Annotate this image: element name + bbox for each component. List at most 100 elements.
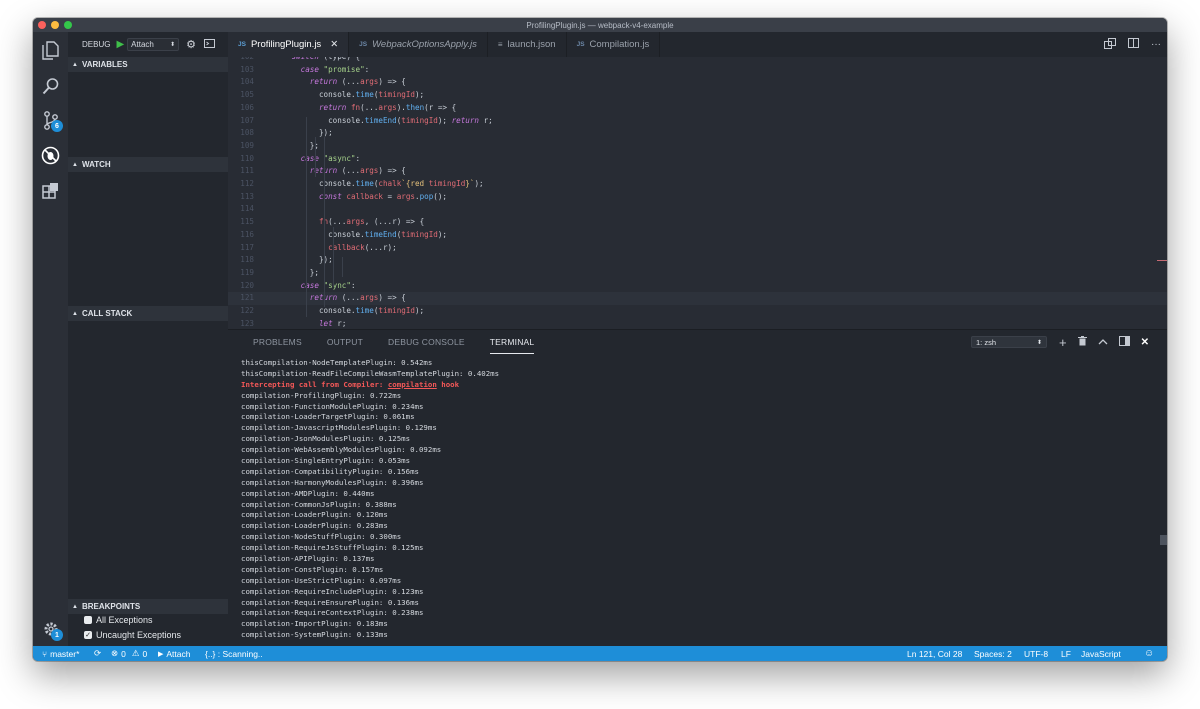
- code-line[interactable]: 113 const callback = args.pop();: [228, 191, 1167, 204]
- terminal-line: compilation-WebAssemblyModulesPlugin: 0.…: [241, 445, 442, 455]
- end-of-line[interactable]: LF: [1061, 646, 1071, 661]
- code-line[interactable]: 115 fn(...args, (...r) => {: [228, 216, 1167, 229]
- debug-attach-indicator[interactable]: ▶ Attach: [158, 646, 191, 661]
- code-line[interactable]: 117 callback(...r);: [228, 242, 1167, 255]
- line-number: 123: [240, 318, 254, 328]
- close-window-button[interactable]: [38, 21, 46, 29]
- minimize-window-button[interactable]: [51, 21, 59, 29]
- code-line[interactable]: 114: [228, 203, 1167, 216]
- variables-section-header[interactable]: ▲ VARIABLES: [68, 57, 228, 72]
- new-terminal-icon[interactable]: +: [1059, 335, 1067, 350]
- collapse-triangle-icon: ▲: [72, 310, 78, 317]
- code-line[interactable]: 120 case "sync":: [228, 280, 1167, 293]
- activity-bar: 6 1: [33, 32, 68, 646]
- debug-settings-gear-icon[interactable]: ⚙: [186, 38, 196, 51]
- trash-icon[interactable]: [1077, 335, 1087, 349]
- code-line[interactable]: 116 console.timeEnd(timingId);: [228, 229, 1167, 242]
- code-line[interactable]: 121return (...args) => {: [228, 292, 1167, 305]
- language-mode[interactable]: JavaScript: [1081, 646, 1121, 661]
- checkbox-checked[interactable]: ✓: [84, 631, 92, 639]
- terminal-scrollbar-thumb[interactable]: [1160, 535, 1167, 545]
- code-line[interactable]: 102 switch (type) {: [228, 57, 1167, 64]
- line-number: 108: [240, 128, 254, 138]
- warning-icon: ⚠: [131, 648, 140, 658]
- breakpoint-uncaught-exceptions[interactable]: ✓ Uncaught Exceptions: [84, 630, 181, 640]
- js-file-icon: JS: [576, 41, 585, 48]
- indentation[interactable]: Spaces: 2: [974, 646, 1012, 661]
- terminal-line: compilation-APIPlugin: 0.137ms: [241, 554, 375, 564]
- maximize-window-button[interactable]: [64, 21, 72, 29]
- toggle-panel-layout-icon[interactable]: [1118, 335, 1130, 349]
- code-editor[interactable]: 102 switch (type) {103 case "promise": 104 r…: [228, 57, 1167, 329]
- source-control-icon[interactable]: 6: [41, 111, 63, 132]
- breakpoints-section-header[interactable]: ▲ BREAKPOINTS: [68, 599, 228, 614]
- indent-guide: [333, 227, 335, 287]
- code-line[interactable]: 107 console.timeEnd(timingId); return r;: [228, 115, 1167, 128]
- callstack-section-header[interactable]: ▲ CALL STACK: [68, 306, 228, 321]
- code-line[interactable]: 106 return fn(...args).then(r => {: [228, 102, 1167, 115]
- code-line[interactable]: 105 console.time(timingId);: [228, 89, 1167, 102]
- code-line[interactable]: 104 return (...args) => {: [228, 76, 1167, 89]
- code-line[interactable]: 108});: [228, 127, 1167, 140]
- watch-section-header[interactable]: ▲ WATCH: [68, 157, 228, 172]
- line-number: 102: [228, 57, 254, 64]
- tab-webpackoptionsapply[interactable]: JS WebpackOptionsApply.js: [349, 32, 488, 57]
- tab-label: launch.json: [507, 39, 556, 50]
- tab-output[interactable]: OUTPUT: [327, 330, 363, 354]
- feedback-smiley-icon[interactable]: ☺: [1144, 646, 1154, 661]
- code-line[interactable]: 111return (...args) => {: [228, 165, 1167, 178]
- start-debugging-play-icon[interactable]: ▶: [116, 39, 124, 50]
- debug-sidebar: DEBUG ▶ Attach ⬍ ⚙ ▲ VARIABLES ▲ WATCH ▲…: [68, 32, 228, 646]
- open-changes-icon[interactable]: [1104, 37, 1116, 52]
- encoding[interactable]: UTF-8: [1024, 646, 1048, 661]
- line-source: switch (type) {: [291, 57, 360, 64]
- status-bar: ⑂ master* ⟳ ⊗ 0 ⚠ 0 ▶ Attach {..} : Scan…: [33, 646, 1167, 661]
- problems-indicator[interactable]: ⊗ 0 ⚠ 0: [111, 646, 147, 661]
- scm-badge: 6: [51, 120, 63, 132]
- breakpoint-all-exceptions[interactable]: All Exceptions: [84, 615, 153, 625]
- code-line[interactable]: 118});: [228, 254, 1167, 267]
- code-line[interactable]: 103 case "promise":: [228, 64, 1167, 77]
- terminal-line: compilation-ProfilingPlugin: 0.722ms: [241, 390, 402, 400]
- collapse-triangle-icon: ▲: [72, 161, 78, 168]
- terminal-line: compilation-LoaderPlugin: 0.120ms: [241, 510, 388, 520]
- code-line[interactable]: 112 console.time(chalk`{red timingId}`);: [228, 178, 1167, 191]
- tab-problems[interactable]: PROBLEMS: [253, 330, 302, 354]
- line-source: case "promise":: [300, 64, 370, 74]
- branch-indicator[interactable]: ⑂ master*: [42, 646, 79, 661]
- indent-guide: [305, 117, 307, 317]
- debug-icon[interactable]: [41, 146, 60, 165]
- tab-profilingplugin[interactable]: JS ProfilingPlugin.js ✕: [228, 32, 350, 57]
- code-line[interactable]: 109};: [228, 140, 1167, 153]
- debug-config-select[interactable]: Attach ⬍: [127, 38, 180, 51]
- tab-terminal[interactable]: TERMINAL: [489, 330, 535, 354]
- close-tab-icon[interactable]: ✕: [330, 39, 338, 50]
- more-actions-icon[interactable]: ···: [1151, 39, 1161, 50]
- extensions-icon[interactable]: [41, 181, 60, 200]
- terminal-line: compilation-AMDPlugin: 0.440ms: [241, 488, 375, 498]
- tab-compilation[interactable]: JS Compilation.js: [567, 32, 661, 57]
- line-source: case "async":: [300, 153, 361, 163]
- settings-gear-icon[interactable]: 1: [41, 619, 63, 641]
- code-line[interactable]: 122 console.time(timingId);: [228, 305, 1167, 318]
- sync-icon[interactable]: ⟳: [94, 646, 101, 661]
- terminal-output[interactable]: thisCompilation-NodeTemplatePlugin: 0.54…: [241, 358, 1141, 644]
- debug-console-icon[interactable]: [204, 39, 216, 50]
- search-icon[interactable]: [41, 76, 60, 95]
- json-file-icon: ≡: [497, 40, 503, 49]
- code-line[interactable]: 119};: [228, 267, 1167, 280]
- explorer-icon[interactable]: [41, 41, 60, 60]
- tab-launch-json[interactable]: ≡ launch.json: [488, 32, 567, 57]
- terminal-instance-select[interactable]: 1: zsh ⬍: [971, 336, 1047, 348]
- checkbox-unchecked[interactable]: [84, 616, 92, 624]
- close-panel-icon[interactable]: ✕: [1141, 337, 1149, 348]
- maximize-panel-chevron-up-icon[interactable]: [1098, 337, 1108, 348]
- code-line[interactable]: 110 case "async":: [228, 153, 1167, 166]
- code-line[interactable]: 123 let r;: [228, 318, 1167, 329]
- tab-debug-console[interactable]: DEBUG CONSOLE: [388, 330, 465, 354]
- window-controls: [38, 21, 72, 29]
- split-editor-icon[interactable]: [1128, 38, 1139, 51]
- terminal-line: compilation-NodeStuffPlugin: 0.300ms: [241, 532, 402, 542]
- cursor-position[interactable]: Ln 121, Col 28: [907, 646, 962, 661]
- scanning-indicator[interactable]: {..} : Scanning..: [205, 646, 263, 661]
